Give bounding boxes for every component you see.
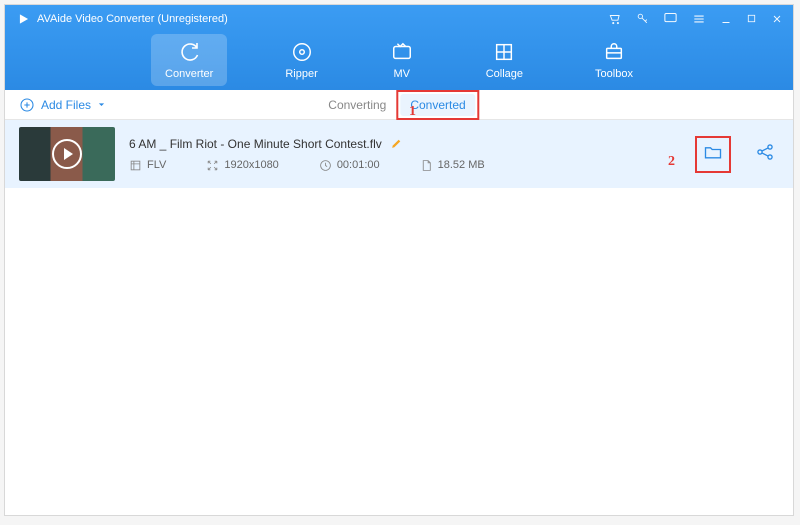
nav-mv[interactable]: MV <box>376 34 428 86</box>
app-title: AVAide Video Converter (Unregistered) <box>37 13 608 25</box>
nav-collage[interactable]: Collage <box>472 34 537 86</box>
file-name: 6 AM _ Film Riot - One Minute Short Cont… <box>129 137 382 151</box>
titlebar: AVAide Video Converter (Unregistered) <box>5 5 793 30</box>
app-logo-icon <box>17 12 31 26</box>
converter-icon <box>177 40 201 64</box>
open-folder-button[interactable] <box>695 136 731 173</box>
annotation-number-1: 1 <box>409 104 416 120</box>
window-controls <box>608 11 783 26</box>
cart-icon[interactable] <box>608 12 622 26</box>
ripper-icon <box>290 40 314 64</box>
play-icon <box>52 139 82 169</box>
annotation-number-2: 2 <box>668 154 675 170</box>
nav-label: Collage <box>486 68 523 80</box>
chevron-down-icon <box>97 100 106 109</box>
file-actions <box>695 136 775 173</box>
nav-label: Toolbox <box>595 68 633 80</box>
resolution-value: 1920x1080 <box>224 159 278 171</box>
key-icon[interactable] <box>636 12 649 25</box>
nav-label: Converter <box>165 68 213 80</box>
file-meta: 6 AM _ Film Riot - One Minute Short Cont… <box>129 137 681 172</box>
plus-circle-icon <box>19 97 35 113</box>
nav-label: Ripper <box>285 68 317 80</box>
share-icon <box>755 142 775 162</box>
edit-icon[interactable] <box>390 137 403 150</box>
app-window: AVAide Video Converter (Unregistered) Co… <box>4 4 794 516</box>
feedback-icon[interactable] <box>663 11 678 26</box>
main-nav: Converter Ripper MV Collage <box>5 30 793 90</box>
menu-icon[interactable] <box>692 12 706 26</box>
resolution-icon <box>206 159 219 172</box>
toolbox-icon <box>602 40 626 64</box>
minimize-icon[interactable] <box>720 13 732 25</box>
size-value: 18.52 MB <box>438 159 485 171</box>
tab-converting[interactable]: Converting <box>318 94 396 116</box>
header: AVAide Video Converter (Unregistered) Co… <box>5 5 793 90</box>
clock-icon <box>319 159 332 172</box>
file-icon <box>420 159 433 172</box>
mv-icon <box>390 40 414 64</box>
toolbar: Add Files Converting Converted <box>5 90 793 120</box>
duration-value: 00:01:00 <box>337 159 380 171</box>
stat-size: 18.52 MB <box>420 159 485 172</box>
nav-ripper[interactable]: Ripper <box>271 34 331 86</box>
close-icon[interactable] <box>771 13 783 25</box>
nav-converter[interactable]: Converter <box>151 34 227 86</box>
nav-label: MV <box>393 68 410 80</box>
stat-format: FLV <box>129 159 166 172</box>
maximize-icon[interactable] <box>746 13 757 24</box>
collage-icon <box>492 40 516 64</box>
format-value: FLV <box>147 159 166 171</box>
video-thumbnail[interactable] <box>19 127 115 181</box>
folder-icon <box>701 142 725 162</box>
stat-duration: 00:01:00 <box>319 159 380 172</box>
stat-resolution: 1920x1080 <box>206 159 278 172</box>
add-files-label: Add Files <box>41 98 91 112</box>
format-icon <box>129 159 142 172</box>
share-button[interactable] <box>755 142 775 167</box>
status-tabs: Converting Converted <box>318 90 479 120</box>
nav-toolbox[interactable]: Toolbox <box>581 34 647 86</box>
add-files-button[interactable]: Add Files <box>19 97 106 113</box>
